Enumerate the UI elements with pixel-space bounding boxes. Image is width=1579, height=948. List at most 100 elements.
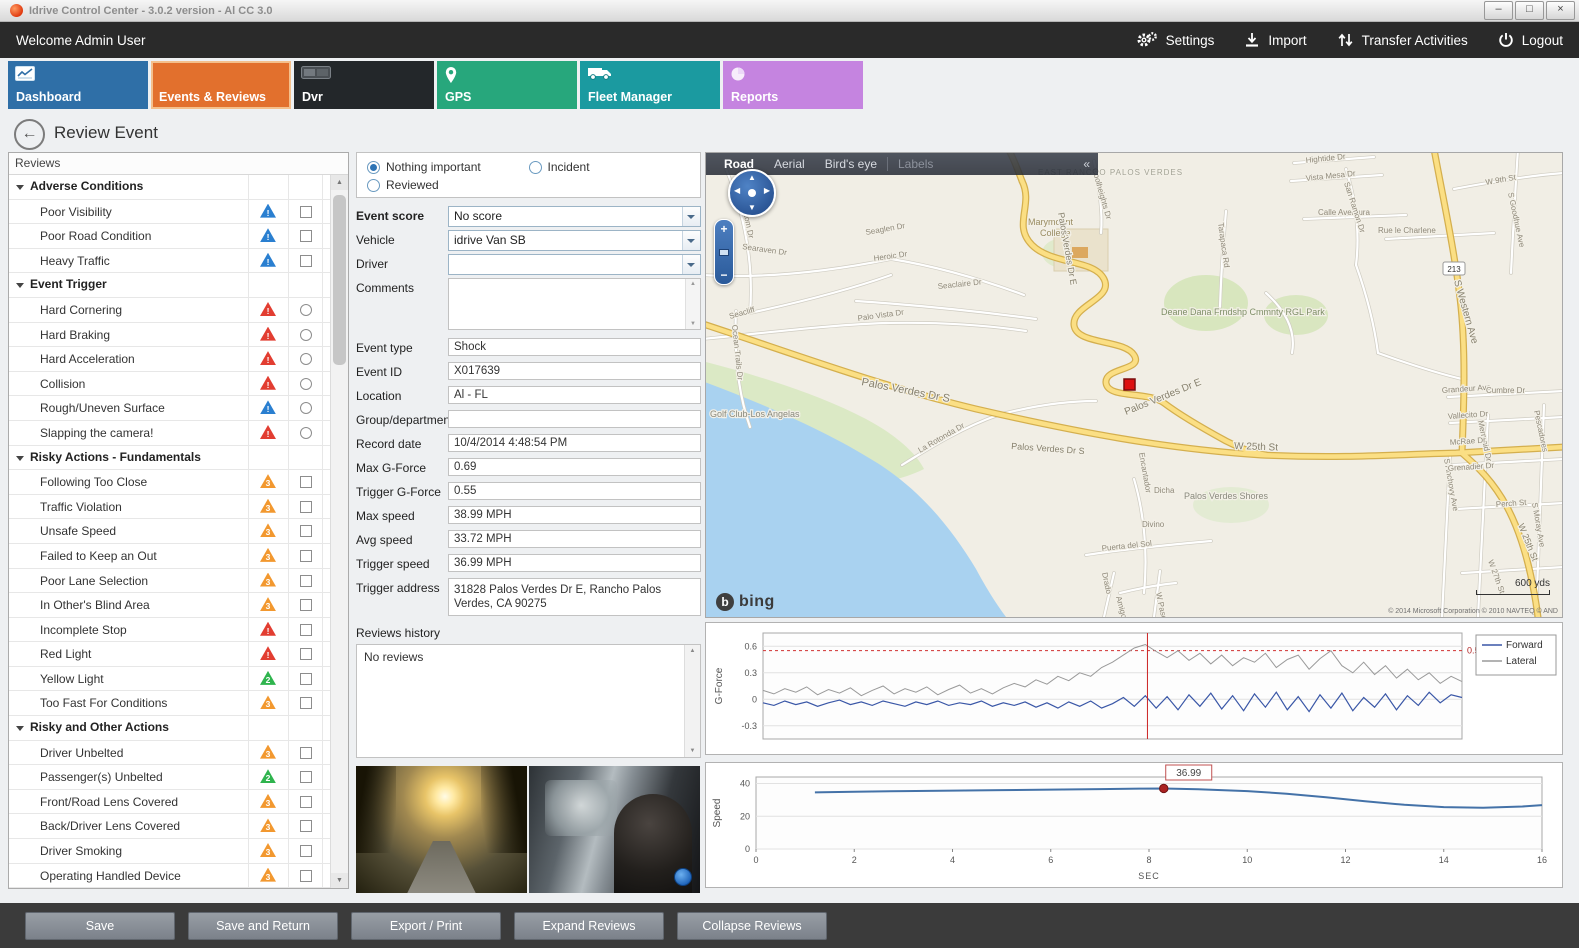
- save-and-return-button[interactable]: Save and Return: [188, 912, 338, 940]
- review-item-radio[interactable]: [300, 304, 312, 316]
- zoom-slider[interactable]: [719, 249, 729, 256]
- map-panel[interactable]: EAST RANCHO PALOS VERDESMarymountCollege…: [705, 152, 1563, 618]
- review-item-checkbox[interactable]: [300, 845, 312, 857]
- scroll-up-icon[interactable]: ▲: [686, 281, 700, 287]
- collapse-arrow-icon[interactable]: [16, 726, 24, 731]
- review-item-checkbox[interactable]: [300, 206, 312, 218]
- review-item-checkbox[interactable]: [300, 550, 312, 562]
- review-item-checkbox[interactable]: [300, 697, 312, 709]
- scroll-up-icon[interactable]: ▲: [331, 175, 348, 190]
- transfer-icon: [1337, 32, 1354, 48]
- chevron-down-icon[interactable]: [682, 207, 700, 226]
- comments-textarea[interactable]: ▲▼: [448, 278, 701, 330]
- topbar-action-transfer-activities[interactable]: Transfer Activities: [1337, 32, 1468, 48]
- driver-select[interactable]: [448, 254, 701, 275]
- max-g-force-field: 0.69: [448, 458, 701, 476]
- video-thumbnail-cabin[interactable]: [529, 766, 700, 893]
- maximize-button[interactable]: □: [1515, 1, 1544, 20]
- review-item-radio[interactable]: [300, 378, 312, 390]
- event-score-select[interactable]: No score: [448, 206, 701, 227]
- scale-bar: [1476, 590, 1550, 595]
- pan-left-icon[interactable]: ◀: [734, 187, 740, 195]
- review-group-row[interactable]: Event Trigger: [9, 273, 331, 298]
- status-radio-incident[interactable]: Incident: [529, 160, 691, 174]
- review-item-checkbox[interactable]: [300, 230, 312, 242]
- bing-map[interactable]: EAST RANCHO PALOS VERDESMarymountCollege…: [706, 153, 1562, 617]
- review-item-checkbox[interactable]: [300, 796, 312, 808]
- export-print-button[interactable]: Export / Print: [351, 912, 501, 940]
- status-radio-reviewed[interactable]: Reviewed: [367, 178, 539, 192]
- speed-ylabel: Speed: [712, 799, 723, 828]
- review-item-radio[interactable]: [300, 329, 312, 341]
- zoom-out-button[interactable]: −: [715, 268, 733, 282]
- topbar-action-logout[interactable]: Logout: [1498, 32, 1563, 48]
- video-thumbnail-road[interactable]: [356, 766, 527, 893]
- map-zoom-control[interactable]: + −: [714, 219, 734, 285]
- history-scrollbar[interactable]: ▲ ▼: [684, 645, 700, 757]
- review-item-checkbox[interactable]: [300, 747, 312, 759]
- vehicle-select[interactable]: idrive Van SB: [448, 230, 701, 251]
- review-item-checkbox[interactable]: [300, 771, 312, 783]
- tab-events-reviews[interactable]: Events & Reviews: [151, 61, 291, 109]
- scroll-down-icon[interactable]: ▼: [686, 321, 700, 327]
- topbar-action-settings[interactable]: Settings: [1136, 31, 1215, 49]
- collapse-arrow-icon[interactable]: [16, 185, 24, 190]
- map-nav-collapse-icon[interactable]: «: [1083, 157, 1090, 171]
- review-item-checkbox[interactable]: [300, 624, 312, 636]
- save-button[interactable]: Save: [25, 912, 175, 940]
- collapse-arrow-icon[interactable]: [16, 283, 24, 288]
- scroll-down-icon[interactable]: ▼: [331, 873, 348, 888]
- reviews-history-box[interactable]: No reviews ▲ ▼: [356, 644, 701, 758]
- scrollbar-thumb[interactable]: [333, 195, 346, 365]
- review-item-checkbox[interactable]: [300, 599, 312, 611]
- map-label: Dicha: [1154, 486, 1175, 495]
- chevron-down-icon[interactable]: [682, 255, 700, 274]
- review-item-checkbox[interactable]: [300, 525, 312, 537]
- close-button[interactable]: ×: [1546, 1, 1575, 20]
- chevron-down-icon[interactable]: [682, 231, 700, 250]
- tab-reports[interactable]: Reports: [723, 61, 863, 109]
- map-label: W 25th St: [1234, 441, 1278, 454]
- review-group-row[interactable]: Risky and Other Actions: [9, 716, 331, 741]
- review-item-checkbox[interactable]: [300, 501, 312, 513]
- reviews-scrollbar[interactable]: ▲ ▼: [330, 175, 348, 888]
- back-button[interactable]: ←: [14, 119, 45, 150]
- review-item-checkbox[interactable]: [300, 255, 312, 267]
- topbar-action-import[interactable]: Import: [1244, 32, 1306, 48]
- textarea-scrollbar[interactable]: ▲▼: [685, 279, 700, 329]
- map-view-aerial[interactable]: Aerial: [764, 157, 815, 171]
- collapse-reviews-button[interactable]: Collapse Reviews: [677, 912, 827, 940]
- minimize-button[interactable]: –: [1484, 1, 1513, 20]
- review-item-checkbox[interactable]: [300, 820, 312, 832]
- map-view-labels[interactable]: Labels: [887, 157, 943, 171]
- review-item-radio[interactable]: [300, 427, 312, 439]
- tab-dashboard[interactable]: Dashboard: [8, 61, 148, 109]
- collapse-arrow-icon[interactable]: [16, 456, 24, 461]
- review-group-row[interactable]: Risky Actions - Fundamentals: [9, 446, 331, 471]
- pan-up-icon[interactable]: ▲: [748, 174, 756, 182]
- compass-center[interactable]: [748, 189, 756, 197]
- expand-reviews-button[interactable]: Expand Reviews: [514, 912, 664, 940]
- review-item-checkbox[interactable]: [300, 673, 312, 685]
- review-item-checkbox[interactable]: [300, 648, 312, 660]
- review-item-checkbox[interactable]: [300, 870, 312, 882]
- map-compass-control[interactable]: ▲ ▼ ◀ ▶: [728, 169, 776, 217]
- zoom-in-button[interactable]: +: [715, 222, 733, 236]
- status-radio-nothing-important[interactable]: Nothing important: [367, 160, 529, 174]
- scale-text: 600 yds: [1476, 578, 1550, 589]
- review-item-radio[interactable]: [300, 353, 312, 365]
- pan-down-icon[interactable]: ▼: [748, 204, 756, 212]
- review-item-checkbox[interactable]: [300, 476, 312, 488]
- bing-logo: b bing: [716, 593, 775, 611]
- review-item-radio[interactable]: [300, 402, 312, 414]
- pan-right-icon[interactable]: ▶: [764, 187, 770, 195]
- map-view-bird-s-eye[interactable]: Bird's eye: [815, 157, 887, 171]
- tab-fleet-manager[interactable]: Fleet Manager: [580, 61, 720, 109]
- review-group-row[interactable]: Adverse Conditions: [9, 175, 331, 200]
- tab-dvr[interactable]: Dvr: [294, 61, 434, 109]
- scroll-down-icon[interactable]: ▼: [685, 748, 700, 754]
- scroll-up-icon[interactable]: ▲: [685, 648, 700, 654]
- review-item-checkbox[interactable]: [300, 575, 312, 587]
- tab-gps[interactable]: GPS: [437, 61, 577, 109]
- event-location-marker[interactable]: [1124, 379, 1135, 390]
